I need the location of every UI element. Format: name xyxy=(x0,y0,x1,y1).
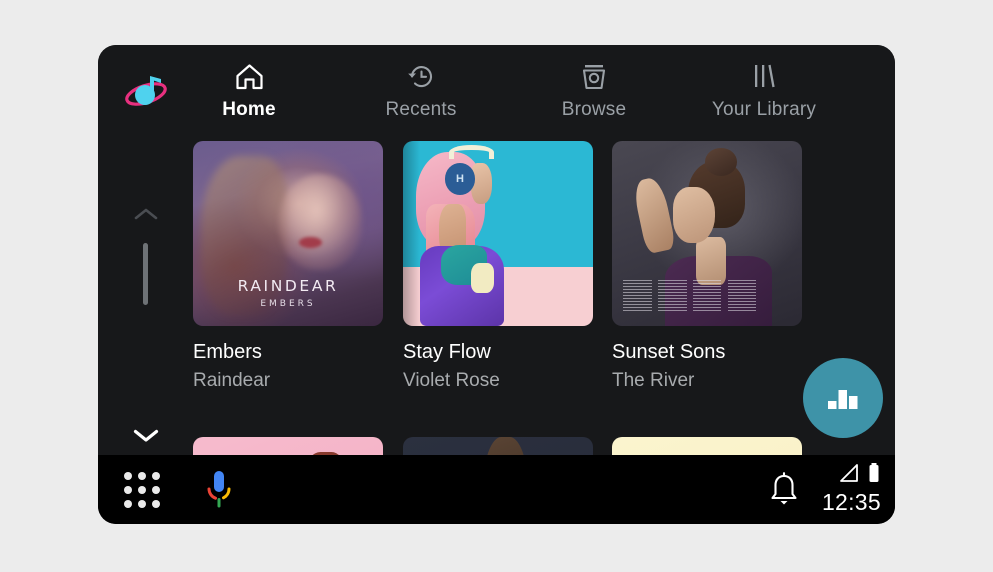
nav-label-your-library: Your Library xyxy=(711,99,817,120)
scroll-up-button[interactable] xyxy=(120,199,172,229)
history-icon xyxy=(341,59,501,93)
nav-label-recents: Recents xyxy=(385,99,457,120)
clock-label: 12:35 xyxy=(821,489,881,515)
signal-bars-icon xyxy=(838,463,860,488)
chevron-up-icon xyxy=(134,208,158,220)
media-card-subtitle: The River xyxy=(612,370,695,391)
nav-label-home: Home xyxy=(222,99,276,120)
google-assistant-mic-icon[interactable] xyxy=(202,469,236,511)
bell-icon[interactable] xyxy=(767,471,803,509)
headphone-letter: H xyxy=(444,163,476,195)
scroll-down-button[interactable] xyxy=(120,420,172,450)
album-art-sunset-sons xyxy=(612,141,802,326)
nav-item-your-library[interactable]: Your Library xyxy=(684,59,844,121)
scrollbar-thumb[interactable] xyxy=(143,243,148,305)
status-cluster: 12:35 xyxy=(805,462,881,516)
nav-item-browse[interactable]: Browse xyxy=(514,59,674,121)
media-card-subtitle: Raindear xyxy=(193,370,271,391)
nav-item-recents[interactable]: Recents xyxy=(341,59,501,121)
media-card-sunset-sons[interactable]: Sunset Sons The River xyxy=(612,141,802,392)
nav-label-browse: Browse xyxy=(561,99,627,120)
chevron-down-icon xyxy=(133,429,159,442)
library-icon xyxy=(684,59,844,93)
browse-icon xyxy=(514,59,674,93)
media-card-subtitle: Violet Rose xyxy=(403,370,500,391)
media-app-panel: Home Recents Browse Your Library RAINDEA… xyxy=(98,45,895,524)
media-card-title: Stay Flow xyxy=(403,341,491,363)
album-art-embers: RAINDEAR EMBERS xyxy=(193,141,383,326)
scroll-rail xyxy=(120,145,172,475)
app-grid-icon[interactable] xyxy=(124,472,160,508)
battery-full-icon xyxy=(867,462,881,489)
media-card-embers[interactable]: RAINDEAR EMBERS Embers Raindear xyxy=(193,141,383,392)
album-art-title-text: RAINDEAR xyxy=(237,276,339,295)
system-status-bar: 12:35 xyxy=(98,455,895,524)
album-art-subtitle-text: EMBERS xyxy=(260,299,316,310)
nav-item-home[interactable]: Home xyxy=(169,59,329,121)
app-logo-icon xyxy=(120,65,172,117)
home-icon xyxy=(169,59,329,93)
media-card-stay-flow[interactable]: H Stay Flow Violet Rose xyxy=(403,141,593,392)
media-card-title: Sunset Sons xyxy=(612,341,726,363)
media-card-title: Embers xyxy=(193,341,262,363)
album-art-stay-flow: H xyxy=(403,141,593,326)
now-playing-fab[interactable] xyxy=(803,358,883,438)
equalizer-icon xyxy=(828,390,858,409)
top-navigation-bar: Home Recents Browse Your Library xyxy=(98,45,895,137)
